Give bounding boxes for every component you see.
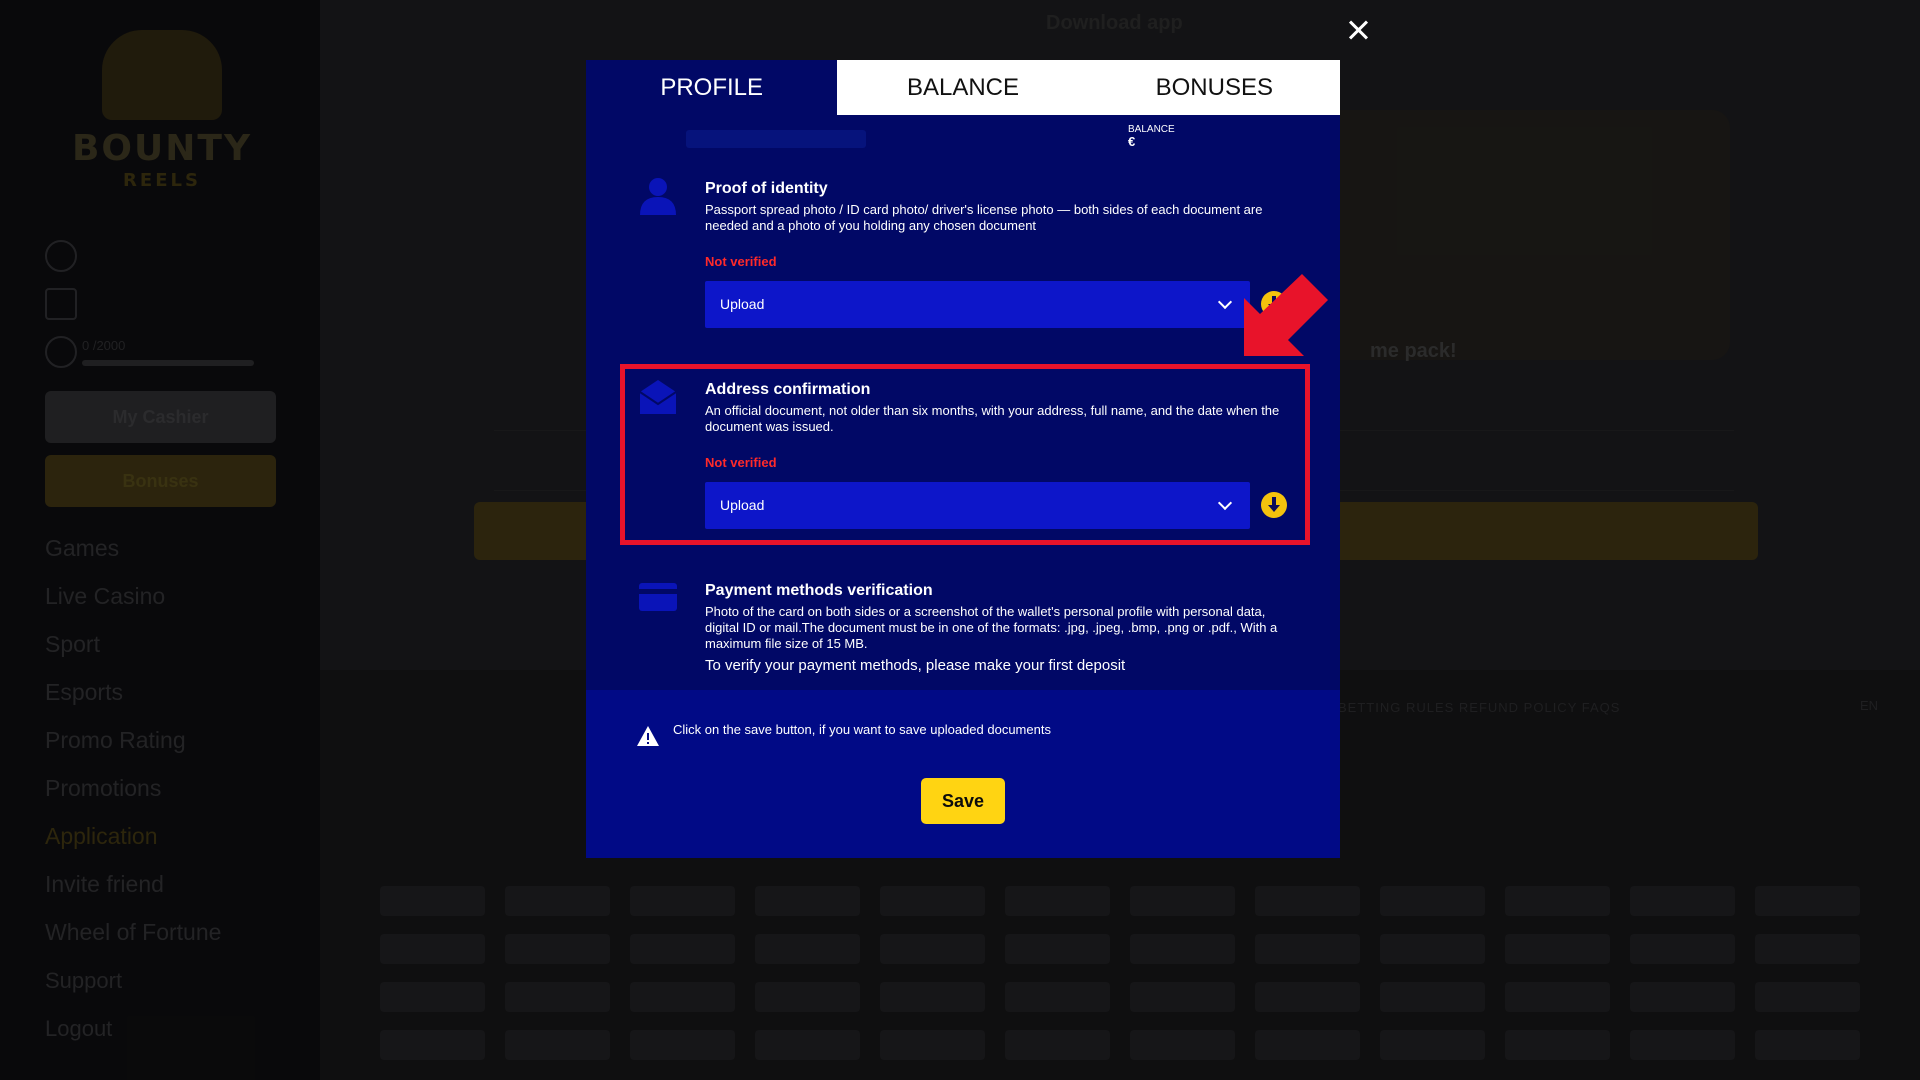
balance-label: BALANCE	[1128, 124, 1175, 135]
save-note: Click on the save button, if you want to…	[673, 722, 1051, 737]
save-button[interactable]: Save	[921, 778, 1005, 824]
payment-note: To verify your payment methods, please m…	[705, 657, 1126, 674]
doc-title: Proof of identity	[705, 180, 828, 197]
warning-icon	[637, 726, 659, 746]
save-section: Click on the save button, if you want to…	[586, 690, 1340, 858]
doc-description: Passport spread photo / ID card photo/ d…	[705, 202, 1263, 233]
highlight-box	[620, 364, 1310, 545]
tab-bonuses[interactable]: BONUSES	[1088, 60, 1340, 115]
upload-label: Upload	[720, 296, 765, 312]
account-modal: PROFILE BALANCE BONUSES BALANCE € Proof …	[586, 60, 1340, 858]
close-icon[interactable]	[1344, 16, 1372, 44]
chevron-down-icon	[1217, 294, 1233, 310]
red-arrow-icon	[1244, 274, 1328, 356]
tab-profile[interactable]: PROFILE	[586, 60, 838, 115]
doc-description: Photo of the card on both sides or a scr…	[705, 604, 1278, 651]
card-icon	[639, 583, 677, 611]
person-icon	[640, 178, 676, 215]
balance-currency: €	[1128, 134, 1136, 149]
modal-tabs: PROFILE BALANCE BONUSES	[586, 60, 1340, 115]
tab-balance[interactable]: BALANCE	[837, 60, 1089, 115]
balance-widget: BALANCE €	[1128, 124, 1175, 148]
user-id-blurred	[686, 130, 866, 148]
status-badge: Not verified	[705, 254, 777, 269]
doc-title: Payment methods verification	[705, 582, 933, 599]
upload-select-identity[interactable]: Upload	[705, 281, 1250, 328]
